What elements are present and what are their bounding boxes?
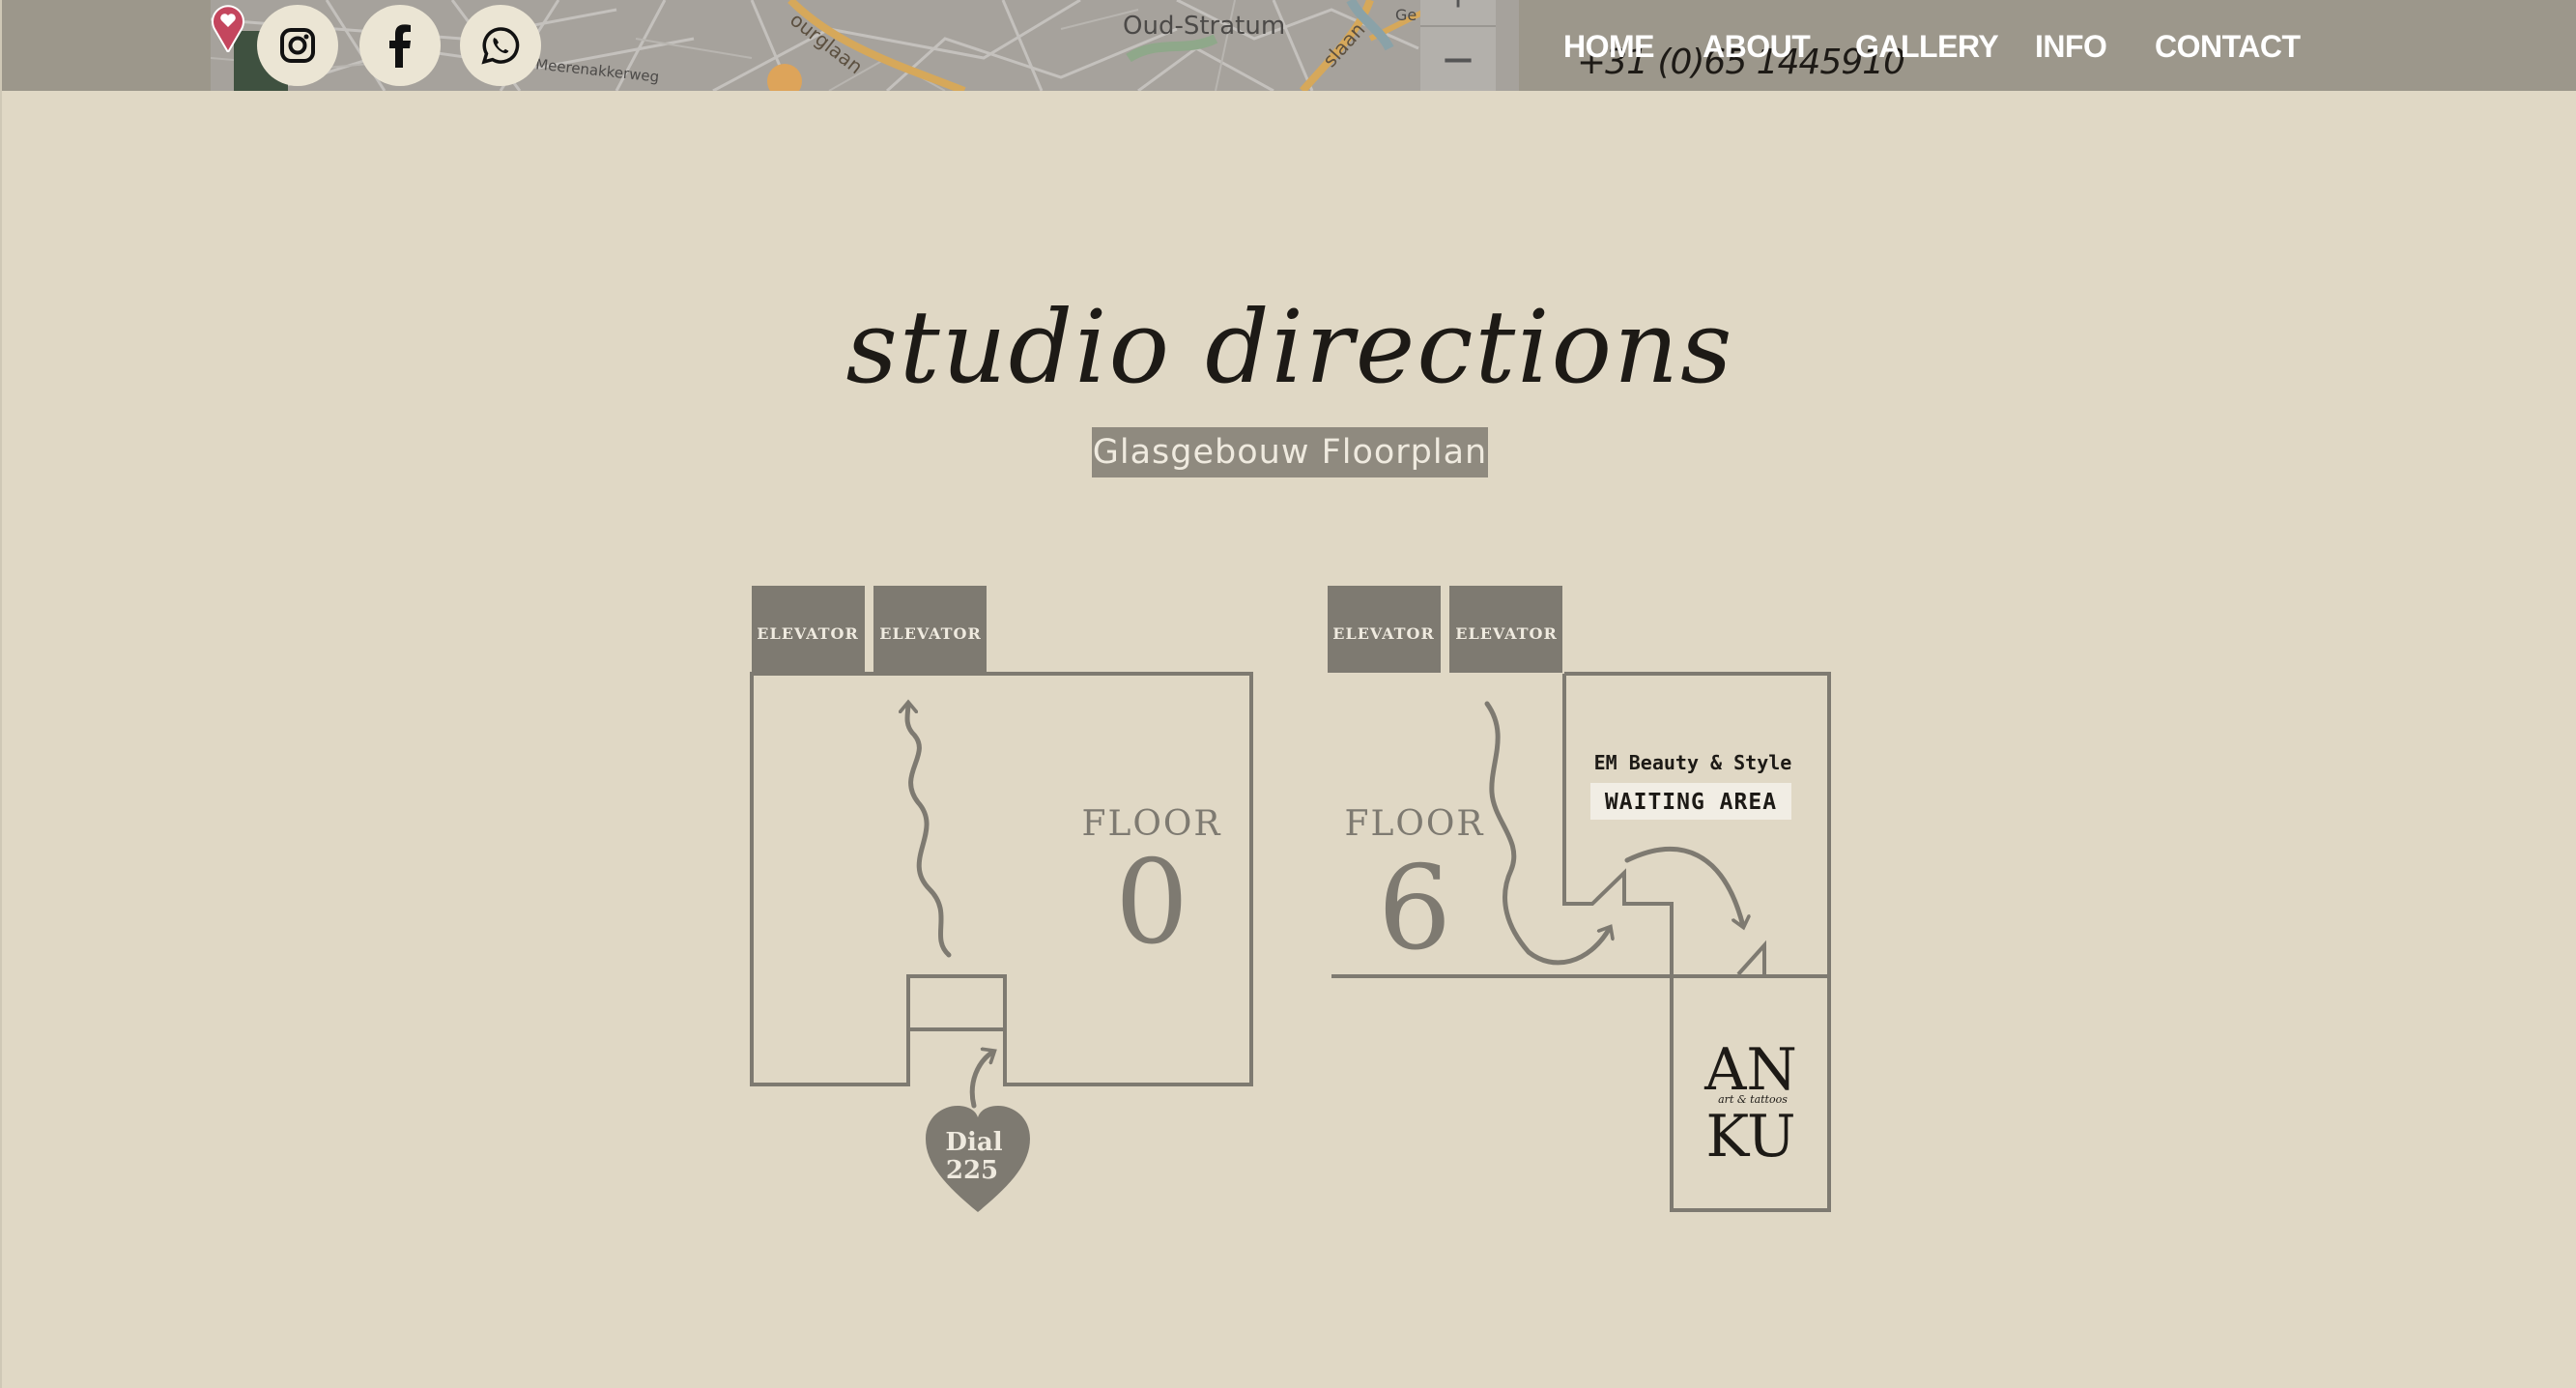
- floorplan-diagram: ELEVATOR ELEVATOR FLOOR 0 Dial 225 ELEVA…: [750, 586, 1831, 1212]
- floor-number: 6: [1378, 842, 1451, 976]
- floor-6-outline: [1564, 672, 1831, 976]
- floor-label: FLOOR: [1344, 804, 1484, 844]
- dial-label: Dial: [945, 1128, 1002, 1157]
- elevator-label: ELEVATOR: [879, 624, 982, 643]
- path-arrow: [907, 704, 952, 958]
- floor-number: 0: [1115, 836, 1188, 970]
- path-arrow: [1624, 846, 1743, 926]
- path-arrow: [969, 1052, 993, 1109]
- salon-name: EM Beauty & Style: [1594, 751, 1792, 774]
- dial-number: 225: [946, 1156, 998, 1185]
- waiting-area-wall: [1562, 674, 1674, 976]
- path-arrow: [1484, 701, 1610, 966]
- waiting-area-label: WAITING AREA: [1605, 790, 1777, 815]
- floor-6-plan: ELEVATOR ELEVATOR FLOOR 6 EM Beauty & St…: [1328, 586, 1831, 1212]
- anku-logo: AN art & tattoos KU: [1703, 1036, 1797, 1171]
- elevator-label: ELEVATOR: [757, 624, 859, 643]
- elevator-label: ELEVATOR: [1332, 624, 1435, 643]
- floor-0-plan: ELEVATOR ELEVATOR FLOOR 0 Dial 225: [750, 586, 1253, 1212]
- logo-text-bottom: KU: [1705, 1103, 1795, 1171]
- elevator-label: ELEVATOR: [1455, 624, 1558, 643]
- page: Oud-Stratum ourglaan Meerenakkerweg slaa…: [0, 0, 2576, 1388]
